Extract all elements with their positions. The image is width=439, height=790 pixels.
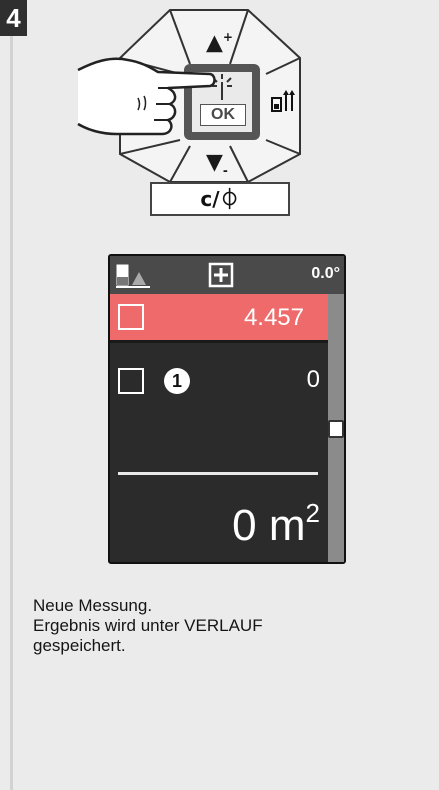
plus-label: + (222, 30, 233, 44)
status-bar: 0.0° (110, 256, 344, 294)
checkbox[interactable] (118, 304, 144, 330)
down-key[interactable]: ▼- (206, 152, 228, 181)
left-border (10, 0, 13, 790)
up-key[interactable]: ▲+ (206, 26, 233, 54)
reference-end-icon[interactable] (270, 90, 296, 114)
description-line: Neue Messung. (33, 596, 153, 615)
pointing-hand-icon (77, 57, 216, 136)
minus-label: - (222, 163, 228, 178)
scroll-thumb[interactable] (328, 420, 344, 438)
measurement-value: 0 (306, 366, 320, 393)
result-exponent: 2 (305, 498, 320, 528)
result-number: 0 (232, 501, 257, 550)
angle-readout: 0.0° (311, 265, 340, 282)
description-line: Ergebnis wird unter VERLAUF (33, 616, 263, 635)
result-unit: m (268, 501, 306, 550)
row-divider (110, 340, 328, 343)
description: Neue Messung. Ergebnis wird unter VERLAU… (33, 596, 413, 656)
area-add-icon (208, 262, 234, 288)
triangle-down-icon: ▼ (206, 150, 223, 175)
description-line: gespeichert. (33, 636, 126, 655)
result-divider (118, 472, 318, 475)
checkbox[interactable] (118, 368, 144, 394)
measurement-value: 4.457 (243, 304, 304, 331)
clear-power-button[interactable]: c/⏀ (150, 182, 290, 216)
device-display: 0.0° 4.457 1 0 0 m2 (108, 254, 346, 564)
step-badge: 4 (0, 0, 27, 36)
list-item-selected[interactable]: 4.457 (110, 294, 328, 340)
instruction-panel: 4 ▲+ ▼- OK c/⏀ 0.0° 4.457 1 0 0 m2 Neue … (0, 0, 439, 790)
result-readout: 0 m2 (232, 488, 320, 551)
callout-marker: 1 (164, 368, 190, 394)
reference-bottom-icon (116, 264, 150, 288)
